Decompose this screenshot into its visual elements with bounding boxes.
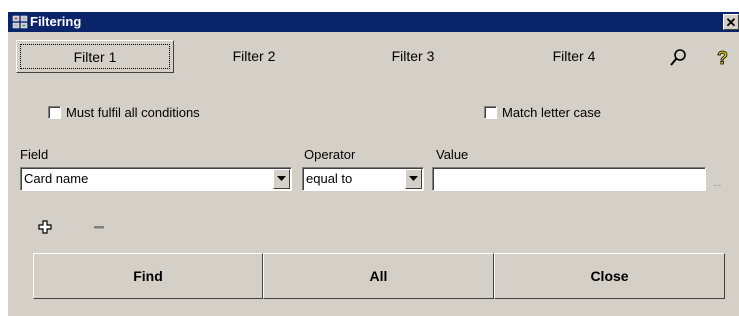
chevron-down-icon [277,176,286,181]
operator-select[interactable]: equal to [302,167,424,191]
close-button[interactable]: Close [494,253,725,299]
tab-filter-1[interactable]: Filter 1 [16,40,174,73]
tab-label: Filter 3 [391,48,435,64]
field-selected-value: Card name [24,171,89,186]
match-case-label: Match letter case [502,104,601,120]
close-button-label: Close [590,268,629,284]
value-input[interactable] [432,167,706,191]
match-case-option[interactable]: Match letter case [484,104,601,120]
field-select[interactable]: Card name [20,167,292,191]
find-button-label: Find [133,268,163,284]
svg-text:?: ? [717,48,728,68]
value-more-button[interactable]: ... [713,178,721,189]
must-fulfil-all-checkbox[interactable] [48,105,61,119]
filtering-window: Filtering ✕ Filter 1 Filter 2 Filter 3 F… [8,12,739,316]
title-bar[interactable]: Filtering ✕ [8,12,739,32]
match-case-checkbox[interactable] [484,105,497,119]
magnifier-icon[interactable] [668,48,688,68]
add-condition-icon[interactable] [38,220,52,234]
tab-filter-3[interactable]: Filter 3 [363,40,463,73]
tab-label: Filter 4 [552,48,596,64]
tab-filter-2[interactable]: Filter 2 [204,40,304,73]
field-label: Field [20,147,49,162]
must-fulfil-all-label: Must fulfil all conditions [66,104,200,120]
tab-filter-4[interactable]: Filter 4 [524,40,624,73]
value-label: Value [436,147,469,162]
tab-focus-rect: Filter 1 [20,44,170,69]
remove-condition-icon[interactable] [92,220,106,234]
all-button-label: All [369,268,388,284]
all-button[interactable]: All [263,253,494,299]
operator-selected-value: equal to [306,171,353,186]
operator-label: Operator [304,147,356,162]
field-dropdown-button[interactable] [273,169,290,189]
window-title: Filtering [30,14,82,29]
find-button[interactable]: Find [33,253,263,299]
tab-label: Filter 1 [73,49,117,65]
app-icon [12,15,28,29]
tab-label: Filter 2 [232,48,276,64]
chevron-down-icon [409,176,418,181]
operator-dropdown-button[interactable] [405,169,422,189]
close-window-button[interactable]: ✕ [723,14,739,30]
must-fulfil-all-option[interactable]: Must fulfil all conditions [48,104,200,120]
question-mark-icon[interactable]: ? [714,48,734,68]
close-icon: ✕ [725,15,737,30]
